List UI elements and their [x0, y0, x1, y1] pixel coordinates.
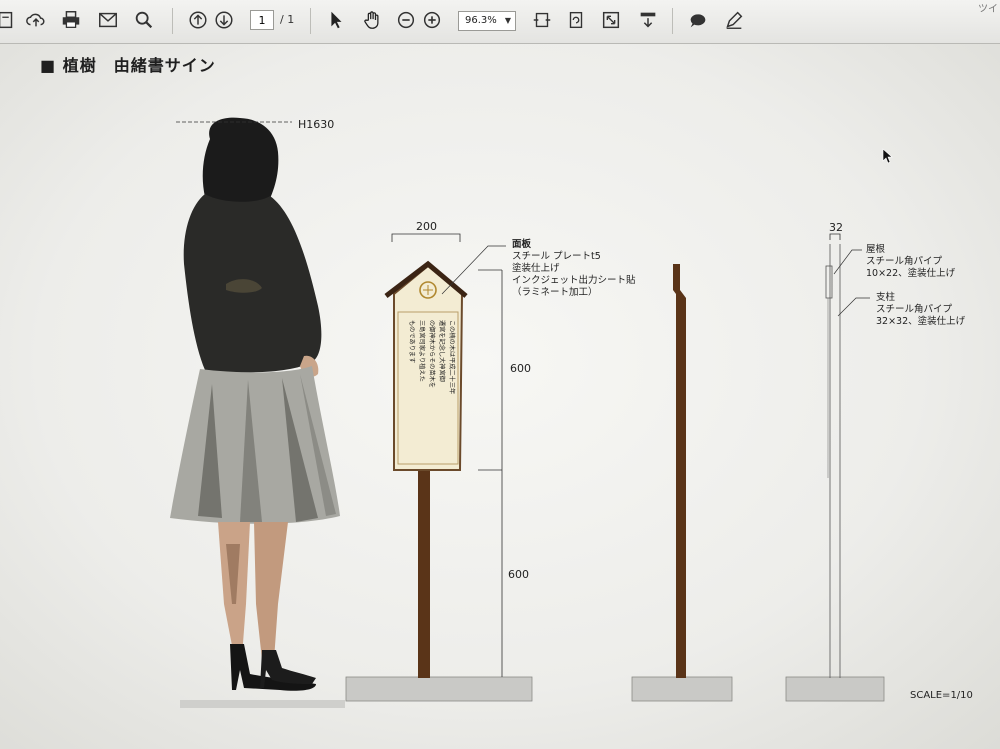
svg-text:の御神木からその苗木を: の御神木からその苗木を	[428, 320, 436, 388]
mail-icon[interactable]	[94, 6, 122, 34]
width-label: 200	[416, 220, 437, 233]
sign-post	[418, 470, 430, 678]
toolbar-separator	[310, 8, 311, 34]
toolbar-separator	[172, 8, 173, 34]
chevron-down-icon: ▼	[504, 16, 511, 25]
svg-text:（ラミネート加工）: （ラミネート加工）	[512, 286, 598, 298]
document-page: ■ 植樹 由緒書サイン H1630 この楠の木は平成二十三年 遷宮を記念し大神宮…	[0, 44, 1000, 749]
svg-text:遷宮を記念し大神宮御: 遷宮を記念し大神宮御	[438, 320, 446, 382]
sign-section-outline	[785, 244, 885, 702]
page-total: / 1	[280, 13, 295, 26]
mouse-cursor-icon	[882, 148, 893, 164]
search-icon[interactable]	[130, 6, 158, 34]
comment-icon[interactable]	[684, 6, 712, 34]
side-width-label: 32	[829, 221, 843, 234]
upload-cloud-icon[interactable]	[22, 6, 50, 34]
svg-text:ものであります: ものであります	[408, 320, 415, 363]
full-screen-icon[interactable]	[597, 6, 625, 34]
svg-text:屋根: 屋根	[866, 243, 886, 255]
post-note: 支柱 スチール角パイプ 32×32、塗装仕上げ	[876, 291, 966, 327]
page-number-input[interactable]	[250, 10, 274, 30]
print-icon[interactable]	[57, 6, 85, 34]
roof-note: 屋根 スチール角パイプ 10×22、塗装仕上げ	[866, 243, 956, 279]
svg-text:三島宮司家より植えた: 三島宮司家より植えた	[418, 320, 426, 382]
zoom-level-value: 96.3%	[465, 15, 497, 26]
svg-text:32×32、塗装仕上げ: 32×32、塗装仕上げ	[876, 315, 966, 327]
side-base	[631, 676, 733, 702]
board-note: 面板 スチール プレートt5 塗装仕上げ インクジェット出力シート貼 （ラミネー…	[512, 238, 636, 298]
svg-text:10×22、塗装仕上げ: 10×22、塗装仕上げ	[866, 267, 956, 279]
pen-icon[interactable]	[720, 6, 748, 34]
height-label: H1630	[298, 118, 334, 131]
svg-text:支柱: 支柱	[876, 291, 896, 303]
side-post	[673, 264, 686, 678]
hand-tool-icon[interactable]	[358, 6, 386, 34]
toolbar-separator	[672, 8, 673, 34]
svg-text:塗装仕上げ: 塗装仕上げ	[512, 262, 560, 274]
svg-text:この楠の木は平成二十三年: この楠の木は平成二十三年	[448, 320, 456, 394]
scroll-mode-icon[interactable]	[634, 6, 662, 34]
elevation-drawing: H1630 この楠の木は平成二十三年 遷宮を記念し大神宮御 の御神木からその苗木…	[170, 117, 973, 708]
svg-text:スチール角パイプ: スチール角パイプ	[866, 255, 943, 267]
svg-text:スチール角パイプ: スチール角パイプ	[876, 303, 953, 315]
scale-label: SCALE=1/10	[910, 690, 973, 701]
next-page-icon[interactable]	[210, 6, 238, 34]
corner-tab[interactable]: ツイ	[978, 0, 1000, 15]
sign-base	[345, 676, 533, 702]
previous-page-icon[interactable]	[184, 6, 212, 34]
svg-text:インクジェット出力シート貼: インクジェット出力シート貼	[512, 274, 636, 286]
sign-side-elevation	[631, 264, 733, 702]
zoom-out-icon[interactable]	[392, 6, 420, 34]
ground-shadow	[180, 700, 345, 708]
rotate-page-icon[interactable]	[562, 6, 590, 34]
zoom-level-select[interactable]: 96.3% ▼	[458, 11, 516, 31]
toolbar: / 1 96.3% ▼ ツイ	[0, 0, 1000, 44]
zoom-in-icon[interactable]	[418, 6, 446, 34]
svg-text:スチール プレートt5: スチール プレートt5	[512, 251, 601, 262]
lower-height-label: 600	[508, 568, 529, 581]
fit-page-icon[interactable]	[528, 6, 556, 34]
upper-height-label: 600	[510, 362, 531, 375]
section-base	[785, 676, 885, 702]
person-figure	[170, 117, 340, 691]
select-arrow-icon[interactable]	[322, 6, 350, 34]
save-icon[interactable]	[0, 6, 20, 34]
svg-text:面板: 面板	[512, 238, 532, 250]
